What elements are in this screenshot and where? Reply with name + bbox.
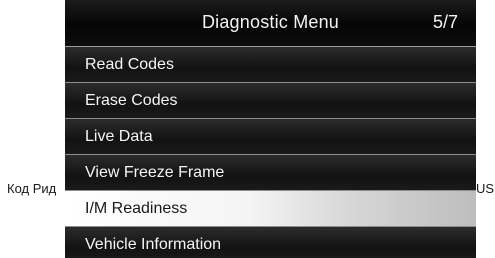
screen-header: Diagnostic Menu 5/7 — [65, 0, 476, 47]
caption-right-text: US — [476, 181, 495, 196]
page-indicator: 5/7 — [432, 12, 458, 32]
caption-left-text: Код Рид — [7, 181, 57, 196]
menu-item-vehicle-information[interactable]: Vehicle Information — [65, 227, 476, 258]
diagnostic-menu-list: Read Codes Erase Codes Live Data View Fr… — [65, 47, 476, 258]
menu-item-im-readiness[interactable]: I/M Readiness — [65, 191, 476, 227]
menu-item-erase-codes[interactable]: Erase Codes — [65, 83, 476, 119]
menu-title: Diagnostic Menu — [201, 12, 340, 32]
menu-item-live-data[interactable]: Live Data — [65, 119, 476, 155]
menu-item-read-codes[interactable]: Read Codes — [65, 47, 476, 83]
scan-tool-screen: Diagnostic Menu 5/7 Read Codes Erase Cod… — [65, 0, 476, 258]
menu-item-view-freeze-frame[interactable]: View Freeze Frame — [65, 155, 476, 191]
